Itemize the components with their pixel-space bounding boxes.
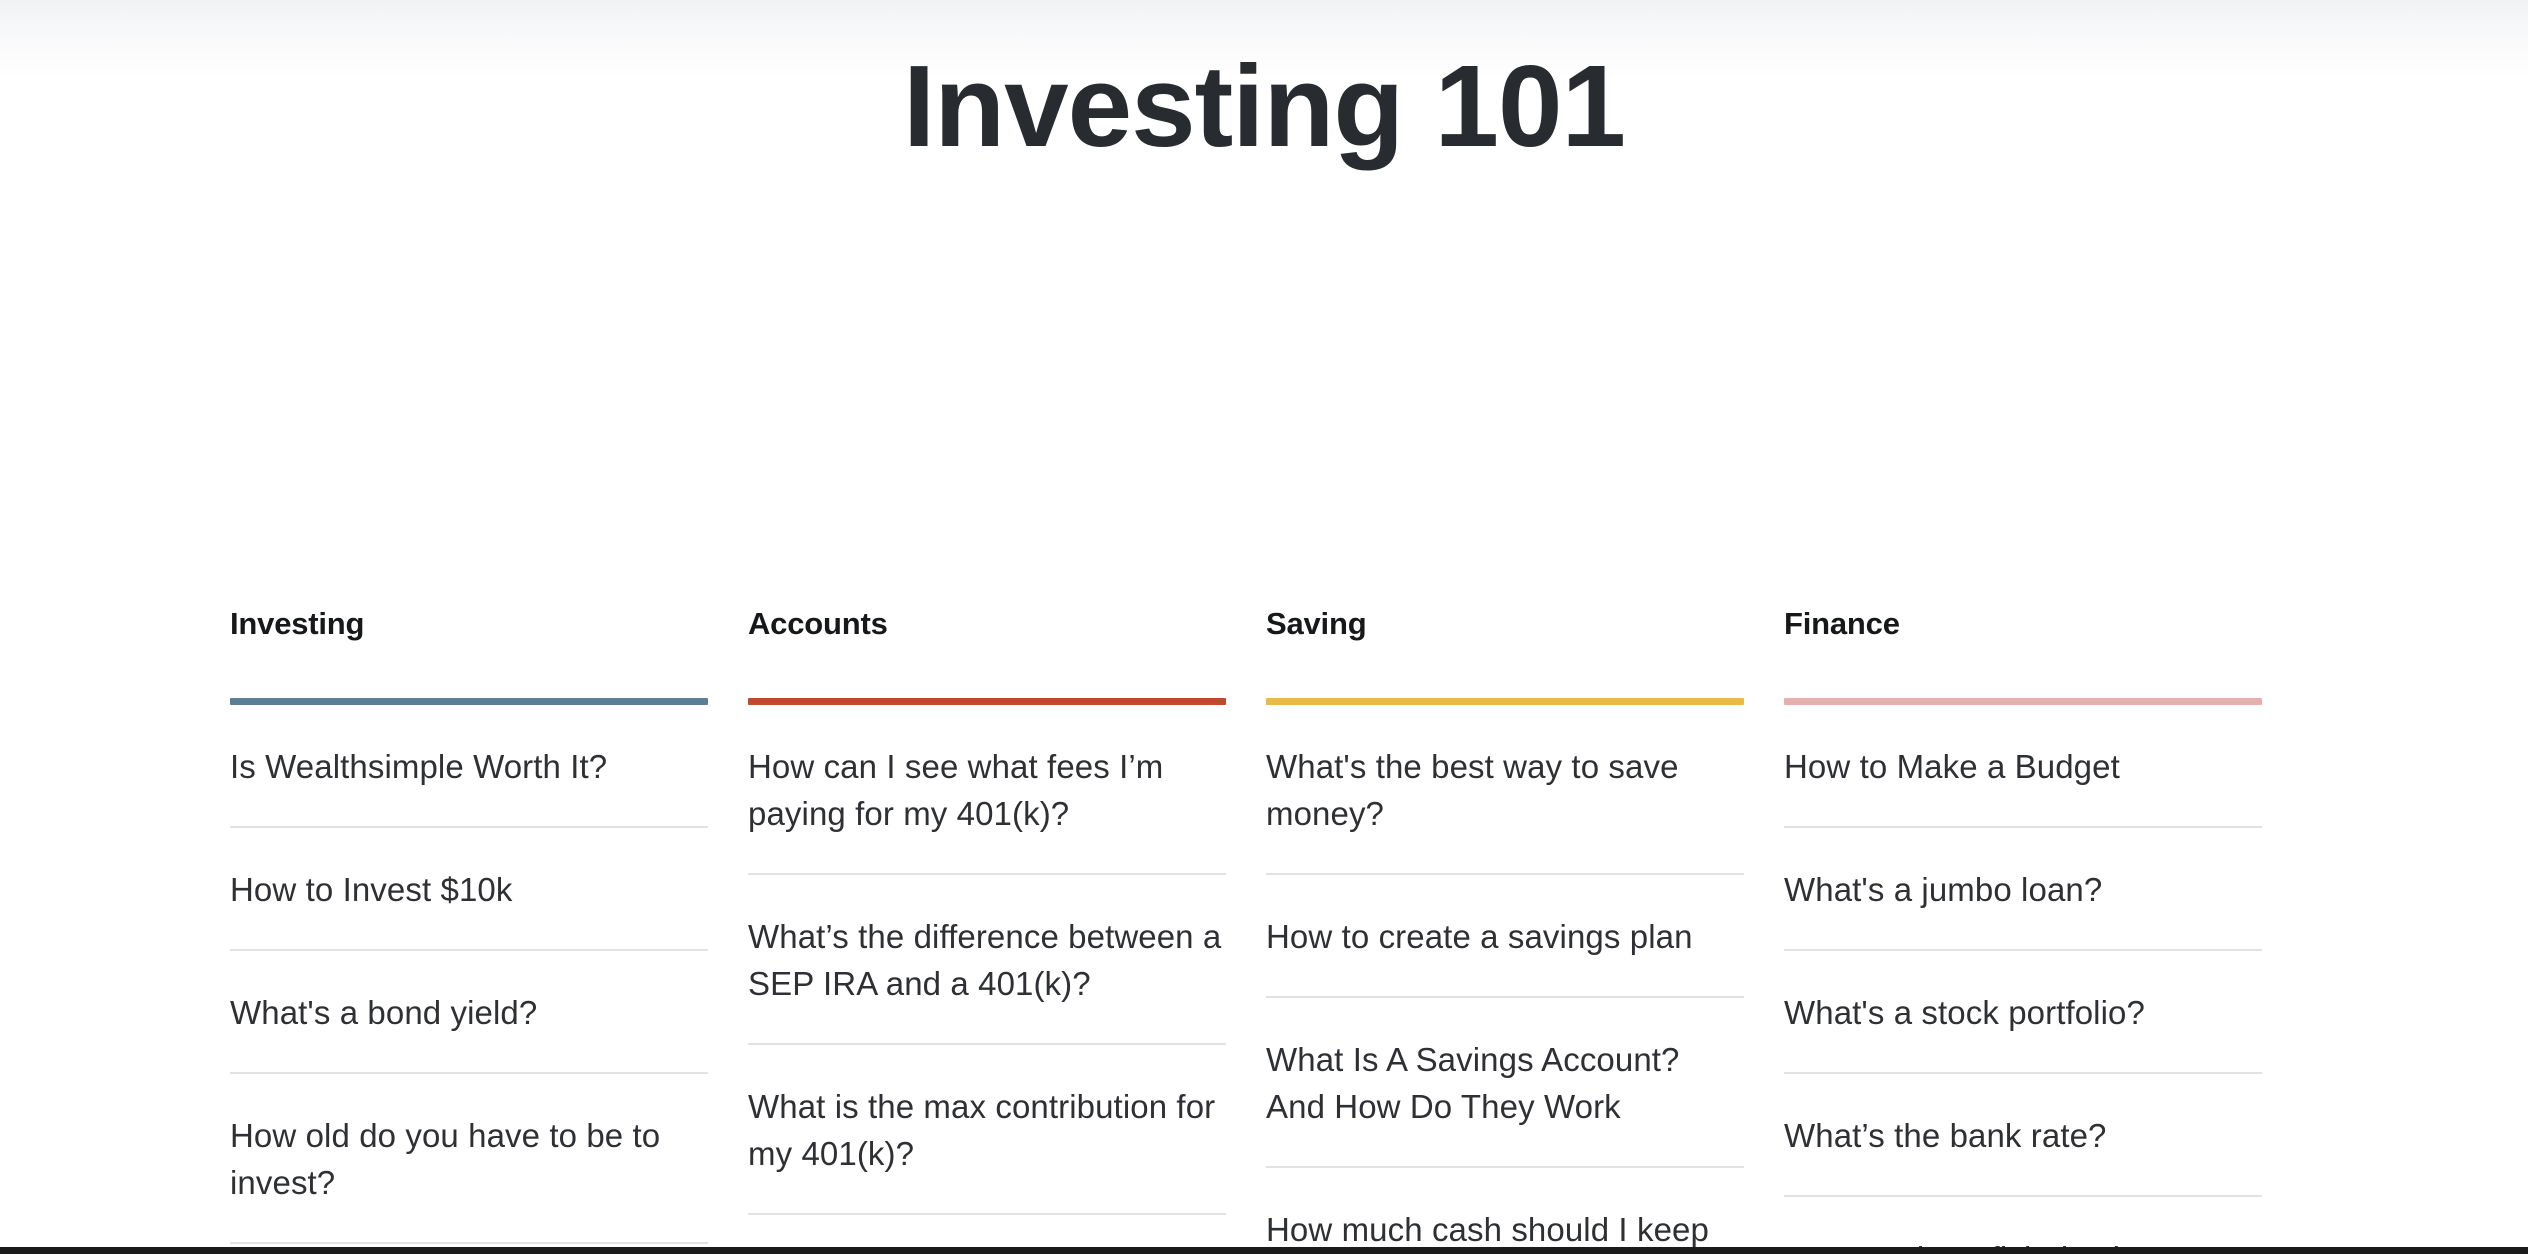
article-link[interactable]: What's a bond yield? [230,951,708,1072]
article-link[interactable]: How old do you have to be to invest? [230,1074,708,1242]
list-item: What's a jumbo loan? [1784,828,2262,951]
article-link[interactable]: What’s the bank rate? [1784,1074,2262,1195]
list-item: How are beneficiaries important to clien… [1784,1197,2262,1254]
page-title: Investing 101 [903,41,1626,171]
column-heading: Saving [1266,606,1367,641]
article-link[interactable]: What is the max contribution for my 401(… [748,1045,1226,1213]
column-accent-rule [1784,698,2262,705]
column-heading: Investing [230,606,365,641]
list-item: What is the max contribution for my 401(… [748,1045,1226,1215]
link-column-accounts: Accounts How can I see what fees I’m payi… [748,608,1226,1254]
link-list: Is Wealthsimple Worth It? How to Invest $… [230,705,708,1254]
column-accent-rule [230,698,708,705]
link-columns-container: Investing Is Wealthsimple Worth It? How to… [230,608,2288,1254]
article-link[interactable]: How are beneficiaries important to clien… [1784,1197,2262,1254]
article-link[interactable]: What Is A Savings Account? And How Do Th… [1266,998,1744,1166]
page-root: Investing 101 Investing Is Wealthsimple W… [0,0,2528,1254]
list-item: What’s the bank rate? [1784,1074,2262,1197]
list-item: Is Wealthsimple Worth It? [230,705,708,828]
article-link[interactable]: What's the best way to save money? [1266,705,1744,873]
link-column-finance: Finance How to Make a Budget What's a jumb… [1784,608,2262,1254]
article-link[interactable]: What's a jumbo loan? [1784,828,2262,949]
list-item: What's a bond yield? [230,951,708,1074]
article-link[interactable]: How to Invest $10k [230,828,708,949]
article-link[interactable]: How much cash should I keep as emergency… [1266,1168,1744,1254]
column-heading: Accounts [748,606,888,641]
article-link[interactable]: How to create a savings plan [1266,875,1744,996]
article-link[interactable]: What's a stock portfolio? [1784,951,2262,1072]
article-link[interactable]: How to Make a Budget [1784,705,2262,826]
list-item: How to Make a Budget [1784,705,2262,828]
column-accent-rule [1266,698,1744,705]
list-item: How to Invest $10k [230,828,708,951]
list-item: How to create a savings plan [1266,875,1744,998]
article-link[interactable]: Is Wealthsimple Worth It? [230,705,708,826]
column-accent-rule [748,698,1226,705]
column-heading: Finance [1784,606,1900,641]
link-column-investing: Investing Is Wealthsimple Worth It? How to… [230,608,708,1254]
article-link[interactable]: What’s the difference between a SEP IRA … [748,875,1226,1043]
link-list: What's the best way to save money? How to… [1266,705,1744,1254]
list-item: What Is A Savings Account? And How Do Th… [1266,998,1744,1168]
list-item: How old do you have to be to invest? [230,1074,708,1244]
list-item: How can I see what fees I’m paying for m… [748,705,1226,875]
viewport-bottom-edge [0,1247,2528,1254]
link-list: How to Make a Budget What's a jumbo loan?… [1784,705,2262,1254]
list-item: What's a stock portfolio? [1784,951,2262,1074]
list-item: What’s the difference between a SEP IRA … [748,875,1226,1045]
link-list: How can I see what fees I’m paying for m… [748,705,1226,1254]
list-item: How much cash should I keep as emergency… [1266,1168,1744,1254]
link-column-saving: Saving What's the best way to save money?… [1266,608,1744,1254]
article-link[interactable]: How can I see what fees I’m paying for m… [748,705,1226,873]
list-item: What's the best way to save money? [1266,705,1744,875]
